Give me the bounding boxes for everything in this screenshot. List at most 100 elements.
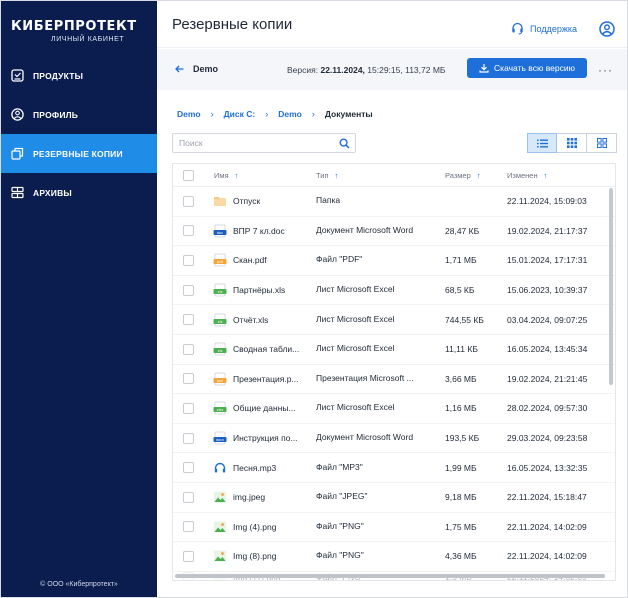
row-checkbox[interactable] — [183, 284, 194, 296]
ppt-icon: ppt — [213, 372, 227, 386]
table-row[interactable]: pdf Скан.pdf Файл "PDF" 1,71 МБ 15.01.2024, … — [173, 246, 615, 276]
small-grid-view-button[interactable] — [557, 133, 587, 153]
image-icon — [213, 549, 227, 563]
select-all-checkbox[interactable] — [183, 169, 194, 181]
sidebar: КИБЕРПРОТЕКТ ЛИЧНЫЙ КАБИНЕТ ПРОДУКТЫ ПРО… — [1, 1, 157, 597]
file-size: 9,18 МБ — [445, 492, 477, 503]
more-options-icon[interactable]: ··· — [598, 63, 613, 77]
row-checkbox[interactable] — [183, 432, 194, 444]
sidebar-item-products[interactable]: ПРОДУКТЫ — [1, 56, 157, 95]
row-checkbox[interactable] — [183, 343, 194, 355]
row-checkbox[interactable] — [183, 521, 194, 533]
file-size: 1,16 МБ — [445, 403, 477, 414]
user-account-icon[interactable] — [599, 21, 615, 39]
row-checkbox[interactable] — [183, 225, 194, 237]
file-name-cell[interactable]: Песня.mp3 — [206, 461, 316, 475]
file-name-cell[interactable]: Img (4).png — [206, 520, 316, 534]
file-name-cell[interactable]: img.jpeg — [206, 490, 316, 504]
table-row[interactable]: Img (4).png Файл "PNG" 1,75 МБ 22.11.2024, … — [173, 513, 615, 543]
table-row[interactable]: xls Отчёт.xls Лист Microsoft Excel 744,55 К… — [173, 305, 615, 335]
sidebar-item-archives[interactable]: АРХИВЫ — [1, 173, 157, 212]
archives-icon — [11, 186, 24, 199]
breadcrumb-item[interactable]: Диск C: — [224, 109, 256, 119]
file-name-cell[interactable]: xls Партнёры.xls — [206, 283, 316, 297]
file-name-cell[interactable]: Img (8).png — [206, 549, 316, 563]
sort-arrow-icon: ↑ — [543, 170, 548, 180]
file-modified: 19.02.2024, 21:21:45 — [507, 373, 588, 384]
row-checkbox[interactable] — [183, 314, 194, 326]
row-checkbox[interactable] — [183, 402, 194, 414]
file-name-cell[interactable]: pdf Скан.pdf — [206, 253, 316, 267]
row-checkbox[interactable] — [183, 254, 194, 266]
file-name: Песня.mp3 — [233, 462, 277, 473]
file-name: Скан.pdf — [233, 255, 267, 266]
file-name: Img (8).png — [233, 551, 277, 562]
xls-icon: xls — [213, 342, 227, 356]
download-version-button[interactable]: Скачать всю версию — [467, 58, 587, 78]
file-size: 1,75 МБ — [445, 521, 477, 532]
image-icon — [213, 490, 227, 504]
table-row[interactable]: docx Инструкция по... Документ Microsoft W… — [173, 424, 615, 454]
column-type[interactable]: Тип ↑ — [316, 171, 445, 180]
search-icon[interactable] — [339, 138, 350, 149]
table-row[interactable]: Img (8).png Файл "PNG" 4,36 МБ 22.11.2024, … — [173, 542, 615, 572]
file-name-cell[interactable]: ppt Презентация.p... — [206, 372, 316, 386]
svg-text:xls: xls — [218, 290, 223, 294]
brand-subtitle: ЛИЧНЫЙ КАБИНЕТ — [51, 36, 125, 43]
svg-text:xls: xls — [218, 320, 223, 324]
row-checkbox[interactable] — [183, 373, 194, 385]
file-modified: 15.06.2023, 10:39:37 — [507, 285, 588, 296]
file-type-cell: Файл "PNG" — [316, 550, 445, 562]
file-name: Сводная табли... — [233, 344, 300, 355]
table-row[interactable]: xls Партнёры.xls Лист Microsoft Excel 68,5 … — [173, 276, 615, 306]
file-type: Файл "PNG" — [316, 550, 364, 561]
column-name[interactable]: Имя ↑ — [206, 171, 316, 180]
file-name: Презентация.p... — [233, 373, 299, 384]
table-row[interactable]: doc ВПР 7 кл.doc Документ Microsoft Word 28… — [173, 217, 615, 247]
large-grid-view-button[interactable] — [587, 133, 617, 153]
sort-arrow-icon: ↑ — [334, 170, 339, 180]
row-checkbox[interactable] — [183, 491, 194, 503]
file-name-cell[interactable]: xlsx Общие данны... — [206, 401, 316, 415]
list-view-button[interactable] — [527, 133, 557, 153]
sidebar-item-backups[interactable]: РЕЗЕРВНЫЕ КОПИИ — [1, 134, 157, 173]
breadcrumb-item[interactable]: Demo — [278, 109, 302, 119]
svg-text:doc: doc — [217, 231, 223, 235]
download-icon — [479, 64, 489, 73]
breadcrumb: Demo › Диск C: › Demo › Документы — [177, 109, 373, 119]
support-link[interactable]: Поддержка — [511, 22, 577, 35]
horizontal-scrollbar[interactable] — [175, 574, 605, 578]
table-row[interactable]: xls Сводная табли... Лист Microsoft Excel 1… — [173, 335, 615, 365]
files-table: Имя ↑ Тип ↑ Размер ↑ Изменен ↑ Отпуск Папка 22… — [172, 163, 616, 581]
svg-text:ppt: ppt — [217, 379, 224, 383]
table-body: Отпуск Папка 22.11.2024, 15:09:03 doc ВПР 7 … — [173, 187, 615, 580]
table-row[interactable]: Отпуск Папка 22.11.2024, 15:09:03 — [173, 187, 615, 217]
file-name-cell[interactable]: Отпуск — [206, 194, 316, 208]
file-type-cell: Файл "PNG" — [316, 521, 445, 533]
back-button[interactable]: Demo — [175, 64, 218, 74]
row-checkbox[interactable] — [183, 550, 194, 562]
file-name: Партнёры.xls — [233, 285, 286, 296]
column-size[interactable]: Размер ↑ — [445, 171, 507, 180]
breadcrumb-item[interactable]: Demo — [177, 109, 201, 119]
row-checkbox[interactable] — [183, 462, 194, 474]
column-header-label: Имя — [214, 170, 229, 180]
row-checkbox[interactable] — [183, 195, 194, 207]
arrow-left-icon — [175, 65, 184, 73]
file-modified: 19.02.2024, 21:17:37 — [507, 225, 588, 236]
file-type: Документ Microsoft Word — [316, 224, 414, 235]
chevron-right-icon: › — [265, 109, 269, 119]
search-input[interactable] — [173, 134, 333, 152]
file-name-cell[interactable]: xls Сводная табли... — [206, 342, 316, 356]
table-row[interactable]: img.jpeg Файл "JPEG" 9,18 МБ 22.11.2024, 15… — [173, 483, 615, 513]
column-modified[interactable]: Изменен ↑ — [507, 171, 607, 180]
vertical-scrollbar[interactable] — [609, 188, 613, 385]
file-name-cell[interactable]: doc ВПР 7 кл.doc — [206, 224, 316, 238]
table-row[interactable]: xlsx Общие данны... Лист Microsoft Excel 1,… — [173, 394, 615, 424]
file-name-cell[interactable]: xls Отчёт.xls — [206, 313, 316, 327]
table-row[interactable]: ppt Презентация.p... Презентация Microsoft… — [173, 365, 615, 395]
file-name-cell[interactable]: docx Инструкция по... — [206, 431, 316, 445]
table-row[interactable]: Песня.mp3 Файл "MP3" 1,99 МБ 16.05.2024, 13… — [173, 453, 615, 483]
copyright: © ООО «Киберпротект» — [40, 581, 118, 588]
sidebar-item-profile[interactable]: ПРОФИЛЬ — [1, 95, 157, 134]
